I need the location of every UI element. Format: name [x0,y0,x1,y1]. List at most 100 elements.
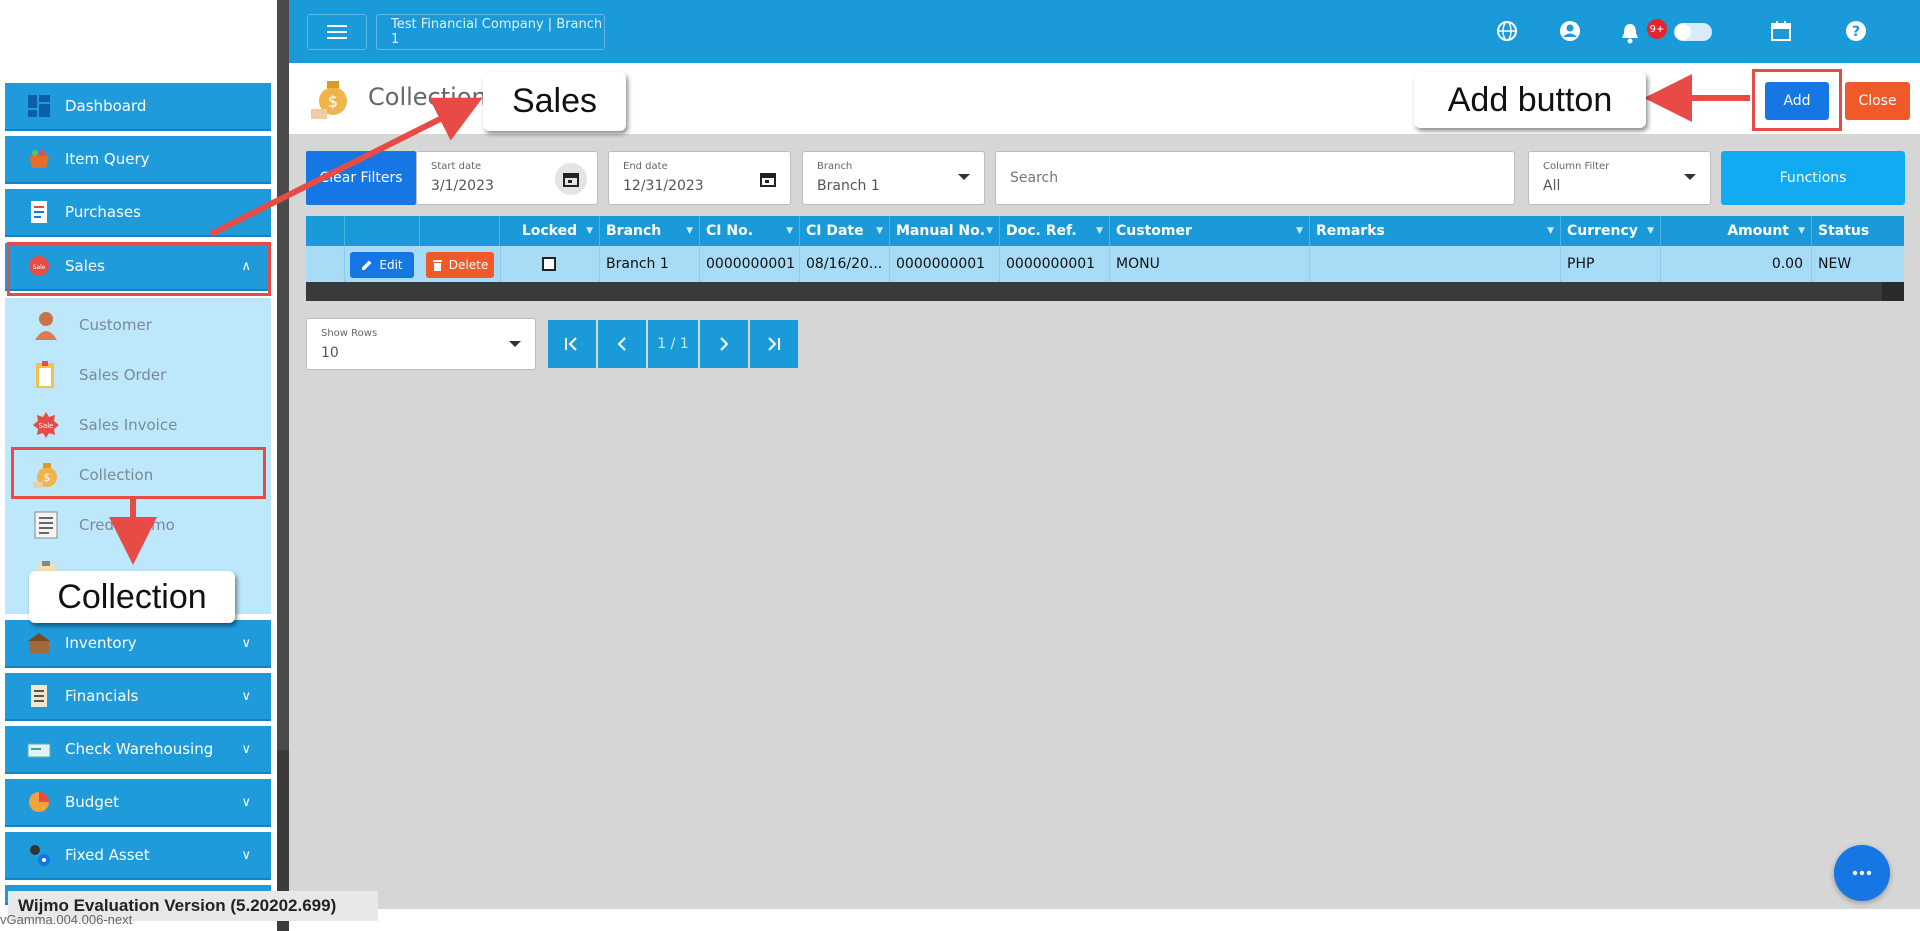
chevron-down-icon: ∨ [241,689,251,704]
sidebar-item-inventory[interactable]: Inventory ∨ [5,620,271,668]
calendar-icon[interactable] [555,163,587,195]
sidebar-item-dashboard[interactable]: Dashboard [5,83,271,131]
locked-checkbox[interactable] [542,257,556,271]
chevron-down-icon: ∨ [241,795,251,810]
filter-icon[interactable]: ▼ [786,226,793,236]
edit-button[interactable]: Edit [350,252,414,278]
column-header-doc-ref[interactable]: Doc. Ref. ▼ [1000,216,1110,246]
bell-icon[interactable] [1616,19,1644,47]
basket-icon [27,147,51,171]
list-document-icon [31,510,61,540]
close-button[interactable]: Close [1845,82,1910,120]
page-indicator: 1 / 1 [648,320,698,368]
calendar-icon[interactable] [760,171,776,191]
column-header-remarks[interactable]: Remarks ▼ [1310,216,1561,246]
sidebar-item-fixed-asset[interactable]: Fixed Asset ∨ [5,832,271,880]
sidebar-item-label: Fixed Asset [65,846,150,864]
grid-horizontal-scrollbar[interactable] [306,282,1904,301]
help-icon[interactable]: ? [1842,17,1870,45]
filter-icon[interactable]: ▼ [986,226,993,236]
dropdown-arrow-icon [958,174,970,180]
pencil-icon [362,260,372,270]
end-date-field[interactable]: End date 12/31/2023 [608,151,791,205]
calendar-icon[interactable] [1767,17,1795,45]
dropdown-arrow-icon [509,341,521,347]
page-title: Collection [368,83,487,111]
sidebar-item-label: Item Query [65,150,150,168]
theme-toggle[interactable] [1674,23,1712,41]
currency-cell: PHP [1561,246,1661,282]
sidebar-item-purchases[interactable]: Purchases [5,189,271,237]
filter-icon[interactable]: ▼ [1547,226,1554,236]
chevron-down-icon: ∨ [241,848,251,863]
app-version: vGamma.004.006-next [0,912,133,927]
moon-icon [1717,17,1745,45]
search-input[interactable] [995,151,1515,205]
table-row[interactable]: Edit Delete Branch 1 0000000001 08/16/20… [306,246,1904,282]
submenu-item-sales-order[interactable]: Sales Order [5,353,271,397]
remarks-cell [1310,246,1561,282]
ledger-icon [27,684,51,708]
last-page-icon [768,337,780,351]
first-page-button[interactable] [548,320,596,368]
column-filter-select[interactable]: Column Filter All [1528,151,1711,205]
column-header-ci-no[interactable]: CI No. ▼ [700,216,800,246]
dashboard-icon [27,94,51,118]
sales-callout: Sales [483,72,626,131]
sidebar-item-label: Financials [65,687,139,705]
more-actions-button[interactable] [1834,845,1890,901]
sidebar-item-label: Check Warehousing [65,740,214,758]
submenu-item-credit-memo[interactable]: Credit Memo [5,503,271,547]
svg-text:$: $ [328,92,338,111]
filter-icon[interactable]: ▼ [1798,226,1805,236]
branch-select[interactable]: Branch Branch 1 [802,151,985,205]
more-horizontal-icon [1852,870,1872,876]
show-rows-select[interactable]: Show Rows 10 [306,318,536,370]
hamburger-icon [327,25,347,39]
row-selector-cell[interactable] [306,246,345,282]
sidebar-item-financials[interactable]: Financials ∨ [5,673,271,721]
receipt-icon [27,200,51,224]
filter-icon[interactable]: ▼ [1296,226,1303,236]
column-header-currency[interactable]: Currency ▼ [1561,216,1661,246]
next-page-button[interactable] [700,320,748,368]
sidebar-item-label: Dashboard [65,97,147,115]
sidebar-item-check-warehousing[interactable]: Check Warehousing ∨ [5,726,271,774]
submenu-item-label: Credit Memo [79,516,175,534]
sale-badge-icon: Sale [31,410,61,440]
submenu-item-sales-invoice[interactable]: Sale Sales Invoice [5,403,271,447]
functions-button[interactable]: Functions [1721,151,1905,205]
company-selector[interactable]: Test Financial Company | Branch 1 [376,14,605,50]
sidebar-item-budget[interactable]: Budget ∨ [5,779,271,827]
filter-icon[interactable]: ▼ [586,226,593,236]
delete-button[interactable]: Delete [426,252,494,278]
trash-icon [432,260,442,271]
column-header-ci-date[interactable]: CI Date ▼ [800,216,890,246]
sidebar-item-item-query[interactable]: Item Query [5,136,271,184]
filter-icon[interactable]: ▼ [876,226,883,236]
last-page-button[interactable] [750,320,798,368]
globe-icon[interactable] [1493,17,1521,45]
filter-icon[interactable]: ▼ [1647,226,1654,236]
column-header-customer[interactable]: Customer ▼ [1110,216,1310,246]
column-header-status[interactable]: Status [1812,216,1904,246]
start-date-field[interactable]: Start date 3/1/2023 [416,151,598,205]
hamburger-menu-button[interactable] [307,14,367,50]
column-header-delete [420,216,500,246]
column-header-branch[interactable]: Branch ▼ [600,216,700,246]
svg-text:Sale: Sale [39,422,54,430]
sidebar-scrollbar[interactable] [277,0,289,750]
column-header-locked[interactable]: Locked ▼ [500,216,600,246]
chevron-down-icon: ∨ [241,636,251,651]
submenu-item-customer[interactable]: Customer [5,303,271,347]
asset-gear-icon [27,843,51,867]
ci-no-cell: 0000000001 [700,246,800,282]
check-icon [27,737,51,761]
account-icon[interactable] [1556,17,1584,45]
previous-page-button[interactable] [598,320,646,368]
clear-filters-button[interactable]: Clear Filters [306,151,416,205]
column-header-manual-no[interactable]: Manual No. ▼ [890,216,1000,246]
column-header-amount[interactable]: Amount ▼ [1661,216,1812,246]
filter-icon[interactable]: ▼ [686,226,693,236]
filter-icon[interactable]: ▼ [1096,226,1103,236]
